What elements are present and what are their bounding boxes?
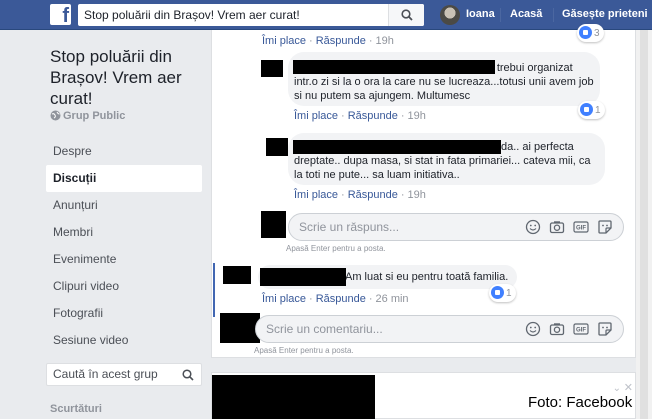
- composer-tools: GIF: [525, 321, 615, 337]
- group-search[interactable]: [46, 363, 202, 386]
- avatar: [266, 138, 288, 156]
- reply-actions: Îmi place · Răspunde · 19h: [294, 189, 426, 201]
- reaction-number: 3: [594, 28, 600, 39]
- group-privacy-label: Grup Public: [63, 110, 126, 122]
- nav-item-sesiune-video[interactable]: Sesiune video: [46, 327, 202, 354]
- timestamp: 26 min: [375, 293, 409, 305]
- reaction-count[interactable]: 3: [577, 24, 604, 42]
- divider: [500, 8, 501, 22]
- redacted-name: [260, 268, 346, 286]
- nav-item-evenimente[interactable]: Evenimente: [46, 246, 202, 273]
- reply-hint: Apasă Enter pentru a posta.: [286, 244, 386, 253]
- divider: [553, 8, 554, 22]
- reaction-number: 1: [595, 105, 601, 116]
- global-search-input[interactable]: [84, 7, 384, 23]
- avatar: [261, 60, 283, 77]
- comment-actions: Îmi place · Răspunde · 19h: [262, 35, 394, 47]
- reply-text-line: la toti ne pute... sa luam initiativa..: [294, 169, 460, 181]
- comment-input[interactable]: [266, 322, 466, 336]
- emoji-icon[interactable]: [525, 219, 541, 235]
- comment-composer[interactable]: GIF: [255, 315, 624, 343]
- profile-link[interactable]: Ioana: [466, 8, 495, 20]
- search-icon: [401, 9, 413, 21]
- redacted-name: [293, 140, 501, 154]
- redacted-content: [212, 375, 375, 419]
- like-icon: [580, 103, 593, 116]
- reply-link[interactable]: Răspunde: [316, 35, 366, 47]
- group-search-input[interactable]: [53, 367, 173, 381]
- like-link[interactable]: Îmi place: [294, 110, 338, 122]
- reply-text-line: si nu putem sa ajungem. Multumesc: [294, 90, 471, 102]
- photo-credit: Foto: Facebook: [528, 394, 633, 411]
- reply-text-line: ar trebui organizat: [484, 62, 573, 74]
- group-title-line: Stop poluării din: [50, 47, 172, 66]
- reply-text-line: intr.o zi si la o ora la care nu se lucr…: [294, 76, 594, 88]
- reply-link[interactable]: Răspunde: [316, 293, 366, 305]
- avatar[interactable]: [440, 5, 460, 25]
- emoji-icon[interactable]: [525, 321, 541, 337]
- redacted-name: [293, 60, 495, 74]
- timestamp: 19h: [407, 189, 426, 201]
- group-nav: Despre Discuții Anunțuri Membri Evenimen…: [46, 138, 202, 354]
- top-bar: f Ioana Acasă Găsește prieteni: [0, 0, 652, 30]
- camera-icon[interactable]: [549, 219, 565, 235]
- like-link[interactable]: Îmi place: [262, 35, 306, 47]
- nav-item-despre[interactable]: Despre: [46, 138, 202, 165]
- avatar: [223, 266, 251, 284]
- scrollbar[interactable]: [636, 30, 652, 419]
- search-icon[interactable]: [182, 369, 194, 381]
- avatar: [220, 313, 260, 343]
- reply-input[interactable]: [299, 220, 499, 234]
- reply-text-line: dreptate.. dupa masa, si stat in fata pr…: [294, 155, 591, 167]
- find-friends-link[interactable]: Găsește prieteni: [562, 8, 648, 20]
- like-link[interactable]: Îmi place: [294, 189, 338, 201]
- group-title-line: curat!: [50, 89, 93, 108]
- like-icon: [579, 26, 592, 39]
- like-link[interactable]: Îmi place: [262, 293, 306, 305]
- nav-item-fotografii[interactable]: Fotografii: [46, 300, 202, 327]
- reply-composer[interactable]: GIF: [288, 213, 624, 241]
- reply-link[interactable]: Răspunde: [348, 189, 398, 201]
- svg-text:GIF: GIF: [576, 328, 586, 334]
- close-icon[interactable]: ✕: [624, 381, 633, 394]
- group-title-line: Brașov! Vrem aer: [50, 68, 182, 87]
- nav-item-discutii[interactable]: Discuții: [46, 165, 202, 192]
- comment-text: Am luat si eu pentru toată familia.: [345, 271, 509, 283]
- svg-text:GIF: GIF: [576, 226, 586, 232]
- gif-icon[interactable]: GIF: [573, 321, 589, 337]
- chevron-down-icon[interactable]: ⌄: [613, 383, 621, 394]
- scroll-thumb[interactable]: [640, 30, 648, 419]
- nav-item-membri[interactable]: Membri: [46, 219, 202, 246]
- reaction-number: 1: [506, 288, 512, 299]
- sticker-icon[interactable]: [597, 219, 613, 235]
- composer-tools: GIF: [525, 219, 615, 235]
- reply-text-line: da.. ai perfecta: [501, 141, 574, 153]
- search-button[interactable]: [388, 4, 424, 26]
- reply-actions: Îmi place · Răspunde · 19h: [294, 110, 426, 122]
- reply-link[interactable]: Răspunde: [348, 110, 398, 122]
- group-title[interactable]: Stop poluării din Brașov! Vrem aer curat…: [50, 46, 200, 109]
- nav-item-anunturi[interactable]: Anunțuri: [46, 192, 202, 219]
- new-comment-indicator: [213, 263, 215, 317]
- group-privacy: Grup Public: [50, 110, 125, 122]
- like-icon: [491, 286, 504, 299]
- facebook-logo-icon[interactable]: f: [50, 4, 71, 27]
- sticker-icon[interactable]: [597, 321, 613, 337]
- avatar: [261, 211, 286, 238]
- shortcuts-heading: Scurtături: [50, 403, 102, 415]
- comment-actions: Îmi place · Răspunde · 26 min: [262, 293, 409, 305]
- nav-item-clipuri-video[interactable]: Clipuri video: [46, 273, 202, 300]
- timestamp: 19h: [375, 35, 394, 47]
- reaction-count[interactable]: 1: [489, 284, 516, 302]
- home-link[interactable]: Acasă: [510, 8, 542, 20]
- camera-icon[interactable]: [549, 321, 565, 337]
- globe-icon: [50, 110, 61, 121]
- timestamp: 19h: [407, 110, 426, 122]
- reaction-count[interactable]: 1: [578, 101, 605, 119]
- gif-icon[interactable]: GIF: [573, 219, 589, 235]
- comment-hint: Apasă Enter pentru a posta.: [254, 346, 354, 355]
- global-search[interactable]: [78, 4, 424, 26]
